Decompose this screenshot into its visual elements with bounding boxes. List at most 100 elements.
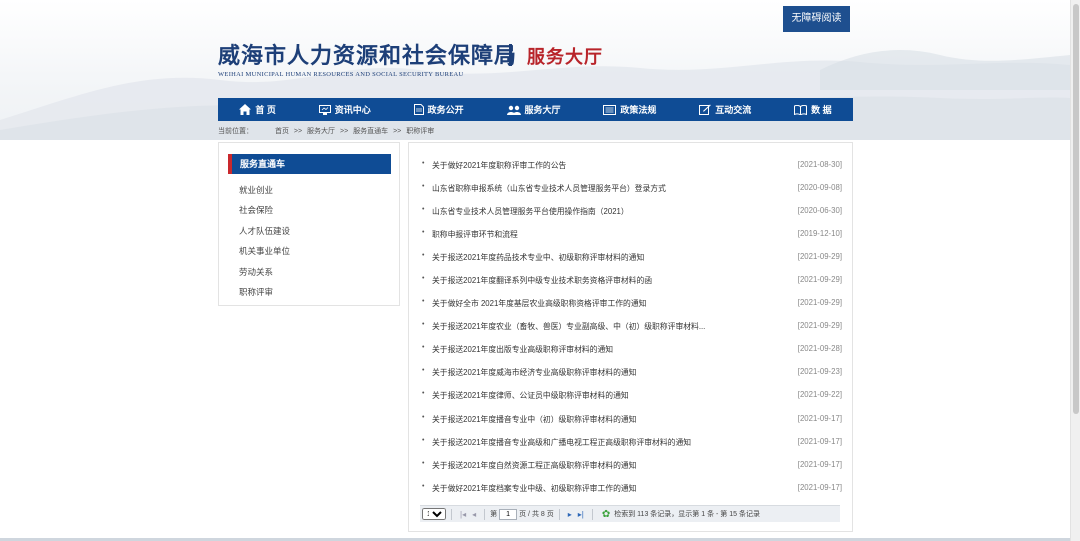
list-item[interactable]: • 关于报送2021年度律师、公证员中级职称评审材料的通知 [2021-09-22]: [422, 388, 842, 411]
list-item[interactable]: • 关于报送2021年度药品技术专业中、初级职称评审材料的通知 [2021-09-2…: [422, 250, 842, 273]
news-title[interactable]: 关于做好2021年度职称评审工作的公告: [432, 160, 566, 171]
nav-item-policy[interactable]: 政策法规: [582, 98, 678, 121]
people-icon: [506, 105, 521, 115]
page-size-select[interactable]: 15: [422, 508, 446, 520]
list-item[interactable]: • 关于报送2021年度翻译系列中级专业技术职务资格评审材料的函 [2021-09-…: [422, 273, 842, 296]
bullet-icon: •: [422, 160, 425, 167]
sidebar-item-employment[interactable]: 就业创业: [239, 183, 290, 203]
bullet-icon: •: [422, 413, 425, 421]
page-number-input[interactable]: [499, 508, 518, 520]
refresh-icon[interactable]: ✿: [602, 509, 610, 520]
pagination-divider: [558, 508, 560, 520]
news-date: [2019-12-10]: [797, 229, 842, 239]
list-item[interactable]: • 关于做好2021年度职称评审工作的公告 [2021-08-30]: [422, 158, 842, 181]
news-title[interactable]: 关于报送2021年度播音专业中（初）级职称评审材料的通知: [432, 414, 636, 425]
nav-item-government-affairs[interactable]: 政务公开: [392, 98, 485, 121]
sidebar-title: 服务直通车: [228, 154, 391, 174]
sidebar-item-talent[interactable]: 人才队伍建设: [239, 224, 290, 244]
list-item[interactable]: • 关于报送2021年度农业（畜牧、兽医）专业副高级、中（初）级职称评审材料...…: [422, 319, 842, 342]
list-item[interactable]: • 职称申报评审环节和流程 [2019-12-10]: [422, 227, 842, 250]
breadcrumb-link-service-express[interactable]: 服务直通车: [353, 128, 388, 135]
news-title[interactable]: 山东省职称申报系统（山东省专业技术人员管理服务平台）登录方式: [432, 183, 666, 194]
sidebar-item-title-review[interactable]: 职称评审: [239, 285, 290, 305]
list-item[interactable]: • 关于做好全市 2021年度基层农业高级职称资格评审工作的通知 [2021-09-…: [422, 296, 842, 319]
prev-page-icon[interactable]: ◂: [472, 510, 476, 519]
news-title[interactable]: 关于报送2021年度自然资源工程正高级职称评审材料的通知: [432, 460, 636, 471]
record-summary: 检索到 113 条记录，显示第 1 条 - 第 15 条记录: [614, 511, 760, 518]
bullet-icon: •: [422, 436, 425, 444]
site-logo[interactable]: 威海市人力资源和社会保障局 WEIHAI MUNICIPAL HUMAN RES…: [218, 38, 517, 78]
news-title[interactable]: 关于报送2021年度药品技术专业中、初级职称评审材料的通知: [432, 252, 644, 263]
news-panel: • 关于做好2021年度职称评审工作的公告 [2021-08-30] • 山东省职称申…: [408, 142, 853, 532]
news-title[interactable]: 关于做好全市 2021年度基层农业高级职称资格评审工作的通知: [432, 298, 646, 309]
list-item[interactable]: • 关于报送2021年度自然资源工程正高级职称评审材料的通知 [2021-09-17…: [422, 458, 842, 481]
page-scrollbar[interactable]: [1070, 0, 1080, 541]
first-page-icon[interactable]: |◂: [460, 510, 466, 519]
nav-item-interaction[interactable]: 互动交流: [678, 98, 773, 121]
accessibility-button[interactable]: 无障碍阅读: [783, 6, 850, 32]
bullet-icon: •: [422, 482, 425, 490]
news-title[interactable]: 职称申报评审环节和流程: [432, 229, 518, 240]
pagination-divider: [451, 508, 452, 520]
home-icon: [239, 104, 252, 115]
nav-item-label: 资讯中心: [334, 105, 371, 115]
bullet-icon: •: [422, 298, 425, 306]
news-date: [2021-09-29]: [797, 298, 842, 308]
list-item[interactable]: • 关于做好2021年度档案专业中级、初级职称评审工作的通知 [2021-09-17…: [422, 481, 842, 504]
list-item[interactable]: • 关于报送2021年度播音专业高级和广播电视工程正高级职称评审材料的通知 [202…: [422, 435, 842, 458]
last-page-icon[interactable]: ▸|: [578, 510, 584, 519]
pagination-divider: [484, 508, 486, 520]
list-item[interactable]: • 关于报送2021年度威海市经济专业高级职称评审材料的通知 [2021-09-23…: [422, 365, 842, 388]
sidebar-item-social-insurance[interactable]: 社会保险: [239, 203, 290, 223]
bullet-icon: •: [422, 206, 425, 214]
bullet-icon: •: [422, 321, 425, 329]
list-item[interactable]: • 山东省职称申报系统（山东省专业技术人员管理服务平台）登录方式 [2020-09-…: [422, 181, 842, 204]
nav-item-news[interactable]: 资讯中心: [297, 98, 392, 121]
document-icon: [413, 104, 424, 115]
sidebar-item-public-institutions[interactable]: 机关事业单位: [239, 244, 290, 264]
nav-item-label: 首 页: [255, 105, 276, 115]
bullet-icon: •: [422, 275, 425, 283]
news-date: [2021-09-23]: [797, 367, 842, 377]
sidebar-menu: 就业创业 社会保险 人才队伍建设 机关事业单位 劳动关系 职称评审: [239, 183, 290, 305]
breadcrumb-label: 当前位置：: [218, 128, 253, 135]
list-item[interactable]: • 关于报送2021年度出版专业高级职称评审材料的通知 [2021-09-28]: [422, 342, 842, 365]
news-title[interactable]: 山东省专业技术人员管理服务平台使用操作指南（2021）: [432, 206, 629, 217]
sidebar-item-labor-relations[interactable]: 劳动关系: [239, 265, 290, 285]
news-title[interactable]: 关于报送2021年度农业（畜牧、兽医）专业副高级、中（初）级职称评审材料...: [432, 321, 705, 332]
logo-divider: [509, 44, 512, 66]
news-title[interactable]: 关于报送2021年度威海市经济专业高级职称评审材料的通知: [432, 367, 636, 378]
list-item[interactable]: • 山东省专业技术人员管理服务平台使用操作指南（2021） [2020-06-30]: [422, 204, 842, 227]
news-date: [2021-09-29]: [797, 275, 842, 285]
nav-item-service-hall[interactable]: 服务大厅: [485, 98, 582, 121]
main-nav: 首 页 资讯中心 政务公开 服务大厅 政策法规 互动交流 数 据: [218, 98, 853, 121]
news-title[interactable]: 关于报送2021年度播音专业高级和广播电视工程正高级职称评审材料的通知: [432, 437, 691, 448]
page-prefix: 第: [490, 511, 498, 518]
list-item[interactable]: • 关于报送2021年度播音专业中（初）级职称评审材料的通知 [2021-09-17…: [422, 412, 842, 435]
news-title[interactable]: 关于报送2021年度翻译系列中级专业技术职务资格评审材料的函: [432, 275, 652, 286]
page-scrollbar-thumb[interactable]: [1073, 4, 1079, 414]
breadcrumb-separator: >>: [393, 128, 402, 135]
edit-icon: [699, 104, 712, 115]
breadcrumb-link-service-hall[interactable]: 服务大厅: [307, 128, 335, 135]
news-date: [2021-09-29]: [797, 252, 842, 262]
page-suffix: 页 / 共 8 页: [519, 511, 554, 518]
bullet-icon: •: [422, 390, 425, 398]
news-title[interactable]: 关于报送2021年度律师、公证员中级职称评审材料的通知: [432, 390, 629, 401]
breadcrumb: 当前位置： 首页 >> 服务大厅 >> 服务直通车 >> 职称评审: [218, 126, 437, 136]
news-date: [2020-09-08]: [797, 183, 842, 193]
news-date: [2021-09-29]: [797, 321, 842, 331]
nav-item-home[interactable]: 首 页: [218, 98, 297, 121]
nav-item-data[interactable]: 数 据: [773, 98, 853, 121]
news-date: [2021-09-28]: [797, 344, 842, 354]
breadcrumb-separator: >>: [293, 128, 303, 135]
next-page-icon[interactable]: ▸: [568, 510, 572, 519]
book-icon: [794, 104, 808, 115]
bullet-icon: •: [422, 183, 425, 191]
news-title[interactable]: 关于报送2021年度出版专业高级职称评审材料的通知: [432, 344, 613, 355]
nav-item-label: 政务公开: [427, 105, 464, 115]
news-title[interactable]: 关于做好2021年度档案专业中级、初级职称评审工作的通知: [432, 483, 636, 494]
logo-title-en: WEIHAI MUNICIPAL HUMAN RESOURCES AND SOC…: [218, 71, 464, 78]
sidebar: 服务直通车 就业创业 社会保险 人才队伍建设 机关事业单位 劳动关系 职称评审: [218, 142, 400, 306]
breadcrumb-link-home[interactable]: 首页: [275, 128, 289, 135]
